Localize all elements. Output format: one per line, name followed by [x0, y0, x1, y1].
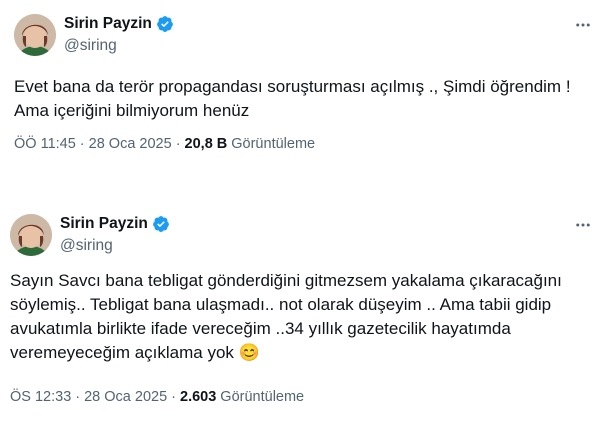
avatar[interactable]: [14, 14, 56, 56]
tweet-time[interactable]: ÖS 12:33: [10, 389, 71, 405]
more-options-icon[interactable]: [574, 216, 592, 234]
separator: ·: [171, 389, 176, 405]
tweet-card-1[interactable]: Sirin Payzin @siring Evet bana da terör …: [0, 0, 614, 186]
author-display-name[interactable]: Sirin Payzin: [60, 215, 148, 233]
tweet-meta: ÖÖ 11:45 · 28 Oca 2025 · 20,8 B Görüntül…: [14, 136, 315, 152]
views-label[interactable]: Görüntüleme: [231, 136, 315, 152]
separator: ·: [79, 136, 85, 152]
author-handle[interactable]: @siring: [60, 237, 170, 255]
verified-badge-icon[interactable]: [152, 215, 170, 233]
tweet-meta: ÖS 12:33 · 28 Oca 2025 · 2.603 Görüntüle…: [10, 389, 304, 405]
tweet-text: Sayın Savcı bana tebligat gönderdiğini g…: [10, 271, 562, 362]
views-label[interactable]: Görüntüleme: [220, 389, 304, 405]
tweet-date[interactable]: 28 Oca 2025: [89, 136, 172, 152]
author-handle[interactable]: @siring: [64, 37, 174, 55]
tweet-text: Evet bana da terör propagandası soruştur…: [14, 77, 571, 120]
separator: ·: [175, 136, 181, 152]
verified-badge-icon[interactable]: [156, 15, 174, 33]
avatar[interactable]: [10, 214, 52, 256]
tweet-time[interactable]: ÖÖ 11:45: [14, 136, 76, 152]
avatar-image: [14, 14, 56, 56]
more-options-icon[interactable]: [574, 16, 592, 34]
separator: ·: [75, 389, 81, 405]
avatar-image: [10, 214, 52, 256]
views-count[interactable]: 2.603: [180, 389, 216, 405]
tweet-date[interactable]: 28 Oca 2025: [84, 389, 167, 405]
views-count[interactable]: 20,8 B: [185, 136, 228, 152]
tweet-card-2[interactable]: Sirin Payzin @siring Sayın Savcı bana te…: [0, 200, 614, 442]
author-display-name[interactable]: Sirin Payzin: [64, 15, 152, 33]
